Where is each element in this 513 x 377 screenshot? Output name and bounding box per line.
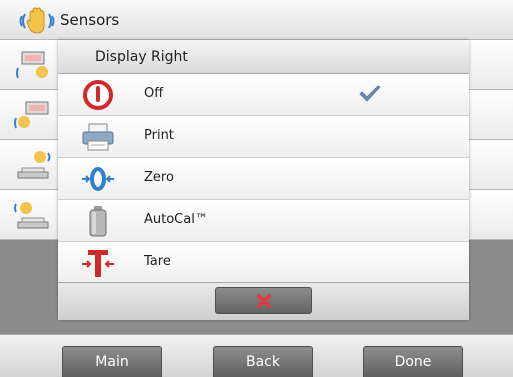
hand-sensor-icon: [19, 7, 55, 35]
option-label: Zero: [144, 170, 174, 185]
option-tare[interactable]: Tare: [58, 242, 469, 283]
display-right-dialog: Display Right Off Print Zero AutoCal™ Ta…: [58, 40, 469, 320]
screen: Sensors Main Back Done Display Right Off…: [0, 0, 513, 377]
calibration-weight-icon: [80, 205, 116, 237]
option-off[interactable]: Off: [58, 74, 469, 115]
option-label: Print: [144, 128, 174, 143]
page-title: Sensors: [60, 11, 120, 29]
dialog-header: Display Right: [58, 40, 469, 74]
tare-icon: [80, 247, 116, 279]
scale-sensor-icon: [14, 198, 52, 232]
back-button[interactable]: Back: [213, 346, 313, 377]
option-label: Tare: [144, 254, 171, 269]
printer-icon: [80, 121, 116, 153]
sensor-config-icon: [14, 98, 52, 132]
checkmark-icon: [358, 84, 382, 104]
scale-sensor-icon: [14, 148, 52, 182]
option-list: Off Print Zero AutoCal™ Tare: [58, 74, 469, 284]
power-off-icon: [80, 79, 116, 111]
cancel-button[interactable]: [215, 287, 312, 314]
close-icon: [257, 294, 271, 308]
option-label: Off: [144, 86, 164, 101]
option-print[interactable]: Print: [58, 116, 469, 157]
option-label: AutoCal™: [144, 212, 208, 227]
zero-icon: [80, 163, 116, 195]
main-button[interactable]: Main: [62, 346, 162, 377]
dialog-title: Display Right: [95, 49, 188, 65]
done-button[interactable]: Done: [363, 346, 463, 377]
option-zero[interactable]: Zero: [58, 158, 469, 199]
dialog-footer: [58, 282, 469, 320]
sensor-config-icon: [14, 48, 52, 82]
option-autocal[interactable]: AutoCal™: [58, 200, 469, 241]
bottom-button-bar: Main Back Done: [0, 334, 513, 377]
sensors-header: Sensors: [0, 0, 513, 40]
